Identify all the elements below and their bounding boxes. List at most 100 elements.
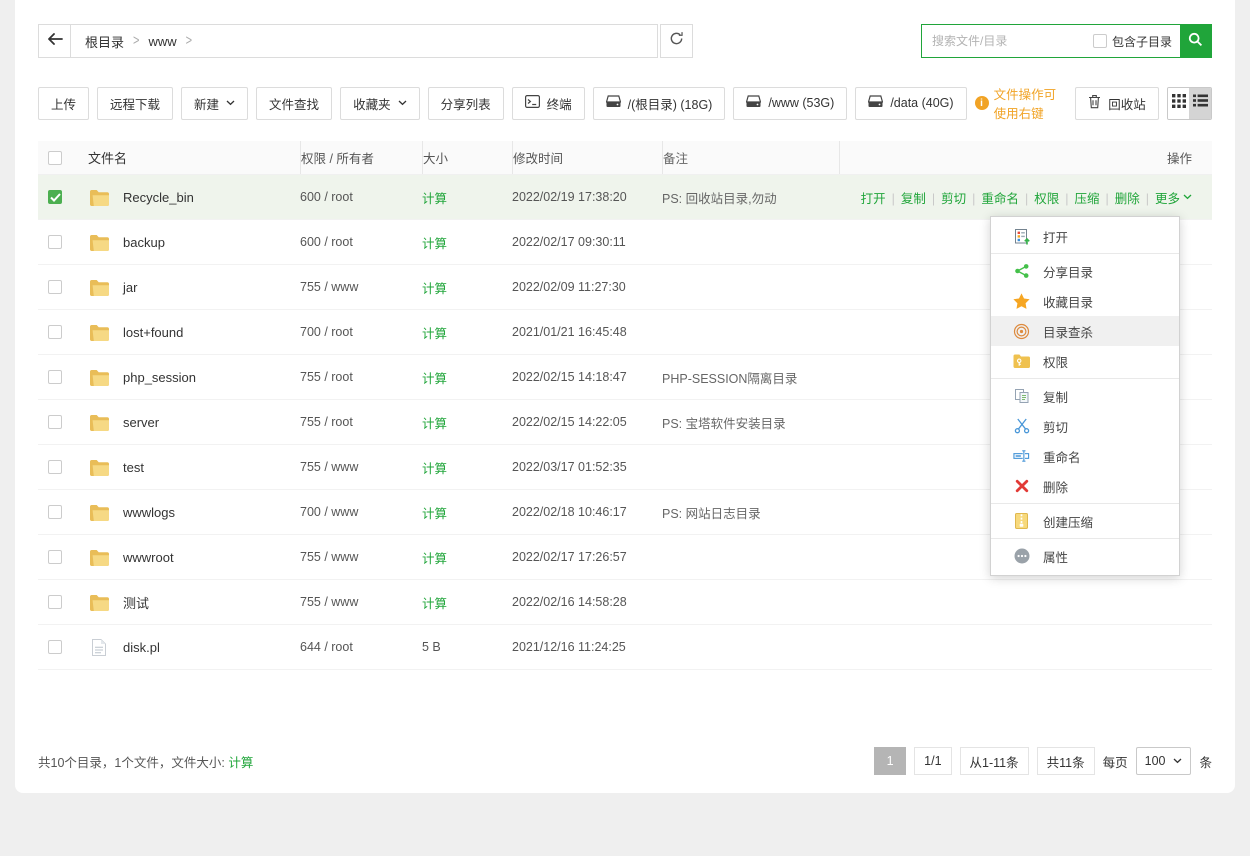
menu-item[interactable]: 创建压缩 <box>991 506 1179 536</box>
per-page-prefix: 每页 <box>1103 752 1128 771</box>
calc-size-link[interactable]: 计算 <box>422 507 447 521</box>
folder-icon <box>88 459 110 476</box>
row-action[interactable]: 复制 <box>901 188 926 207</box>
row-action[interactable]: 重命名 <box>981 188 1019 207</box>
calc-size-link[interactable]: 计算 <box>422 552 447 566</box>
menu-item[interactable]: 重命名 <box>991 441 1179 471</box>
row-checkbox[interactable] <box>48 325 62 339</box>
new-button[interactable]: 新建 <box>181 87 248 120</box>
per-page-suffix: 条 <box>1199 752 1212 771</box>
search-button[interactable] <box>1180 25 1211 57</box>
menu-item[interactable]: 剪切 <box>991 411 1179 441</box>
share-list-button[interactable]: 分享列表 <box>428 87 504 120</box>
select-all-checkbox[interactable] <box>48 151 62 165</box>
row-action[interactable]: 压缩 <box>1074 188 1099 207</box>
menu-item[interactable]: 复制 <box>991 381 1179 411</box>
menu-item-label: 收藏目录 <box>1043 292 1093 311</box>
file-name[interactable]: lost+found <box>123 325 183 340</box>
chevron-down-icon <box>1183 194 1192 200</box>
terminal-button[interactable]: 终端 <box>512 87 585 120</box>
menu-item[interactable]: 收藏目录 <box>991 286 1179 316</box>
calc-size-link[interactable]: 计算 <box>422 462 447 476</box>
file-name[interactable]: jar <box>123 280 137 295</box>
action-separator: | <box>1105 192 1108 206</box>
file-name[interactable]: test <box>123 460 144 475</box>
disk-root-button[interactable]: /(根目录) (18G) <box>593 87 726 120</box>
menu-item[interactable]: 删除 <box>991 471 1179 501</box>
page-1-button[interactable]: 1 <box>874 747 906 775</box>
disk-www-button[interactable]: /www (53G) <box>733 87 847 120</box>
menu-item[interactable]: 打开 <box>991 221 1179 251</box>
row-checkbox[interactable] <box>48 235 62 249</box>
file-name[interactable]: wwwlogs <box>123 505 175 520</box>
folder-icon <box>88 504 110 521</box>
include-subdir-toggle[interactable]: 包含子目录 <box>1093 33 1172 50</box>
back-arrow-icon <box>47 32 63 50</box>
calc-size-link[interactable]: 计算 <box>422 282 447 296</box>
menu-item[interactable]: 权限 <box>991 346 1179 376</box>
subdir-checkbox[interactable] <box>1093 34 1107 48</box>
refresh-button[interactable] <box>660 24 693 58</box>
right-click-hint: i 文件操作可使用右键 <box>975 84 1064 122</box>
file-find-button[interactable]: 文件查找 <box>256 87 332 120</box>
calc-size-link[interactable]: 计算 <box>422 417 447 431</box>
file-name[interactable]: 测试 <box>123 593 149 612</box>
row-checkbox[interactable] <box>48 640 62 654</box>
row-checkbox[interactable] <box>48 190 62 204</box>
row-action[interactable]: 删除 <box>1115 188 1140 207</box>
back-button[interactable] <box>38 24 71 58</box>
disk-icon <box>606 95 621 111</box>
col-filename: 文件名 <box>88 141 300 174</box>
file-name[interactable]: php_session <box>123 370 196 385</box>
col-mtime: 修改时间 <box>512 141 662 174</box>
file-name[interactable]: server <box>123 415 159 430</box>
calc-size-link[interactable]: 计算 <box>422 237 447 251</box>
calc-size-link[interactable]: 计算 <box>422 372 447 386</box>
menu-item[interactable]: 属性 <box>991 541 1179 571</box>
grid-view-button[interactable] <box>1168 88 1190 119</box>
search-input[interactable] <box>922 25 1093 57</box>
row-checkbox[interactable] <box>48 550 62 564</box>
file-name[interactable]: backup <box>123 235 165 250</box>
favorites-button[interactable]: 收藏夹 <box>340 87 420 120</box>
row-checkbox[interactable] <box>48 505 62 519</box>
list-view-button[interactable] <box>1189 88 1211 119</box>
recycle-bin-button[interactable]: 回收站 <box>1075 87 1159 120</box>
row-checkbox[interactable] <box>48 415 62 429</box>
remote-download-button[interactable]: 远程下载 <box>97 87 173 120</box>
file-name[interactable]: disk.pl <box>123 640 160 655</box>
calc-size-link[interactable]: 计算 <box>422 327 447 341</box>
upload-button[interactable]: 上传 <box>38 87 89 120</box>
breadcrumb-root[interactable]: 根目录 <box>85 32 124 51</box>
per-page-select[interactable]: 100 <box>1136 747 1192 775</box>
menu-item[interactable]: 目录查杀 <box>991 316 1179 346</box>
disk-data-button[interactable]: /data (40G) <box>855 87 966 120</box>
table-row[interactable]: Recycle_bin600 / root计算2022/02/19 17:38:… <box>38 175 1212 220</box>
calc-total-size-link[interactable]: 计算 <box>228 756 253 770</box>
row-checkbox[interactable] <box>48 460 62 474</box>
breadcrumb[interactable]: 根目录 > www > <box>71 24 658 58</box>
breadcrumb-www[interactable]: www <box>148 34 176 49</box>
perm-owner: 755 / www <box>300 595 422 609</box>
calc-size-link[interactable]: 计算 <box>422 192 447 206</box>
table-row[interactable]: 测试755 / www计算2022/02/16 14:58:28 <box>38 580 1212 625</box>
file-name[interactable]: Recycle_bin <box>123 190 194 205</box>
row-action[interactable]: 打开 <box>861 188 886 207</box>
file-size: 5 B <box>422 640 512 654</box>
row-action[interactable]: 剪切 <box>941 188 966 207</box>
table-row[interactable]: disk.pl644 / root5 B2021/12/16 11:24:25 <box>38 625 1212 670</box>
file-name[interactable]: wwwroot <box>123 550 174 565</box>
action-separator: | <box>1146 192 1149 206</box>
folder-icon <box>88 189 110 206</box>
row-action[interactable]: 权限 <box>1034 188 1059 207</box>
row-checkbox[interactable] <box>48 370 62 384</box>
folder-icon <box>88 324 110 341</box>
row-checkbox[interactable] <box>48 595 62 609</box>
folder-icon <box>88 234 110 251</box>
subdir-label: 包含子目录 <box>1112 33 1172 50</box>
calc-size-link[interactable]: 计算 <box>422 597 447 611</box>
perm-owner: 600 / root <box>300 235 422 249</box>
row-action[interactable]: 更多 <box>1155 188 1192 207</box>
menu-item[interactable]: 分享目录 <box>991 256 1179 286</box>
row-checkbox[interactable] <box>48 280 62 294</box>
